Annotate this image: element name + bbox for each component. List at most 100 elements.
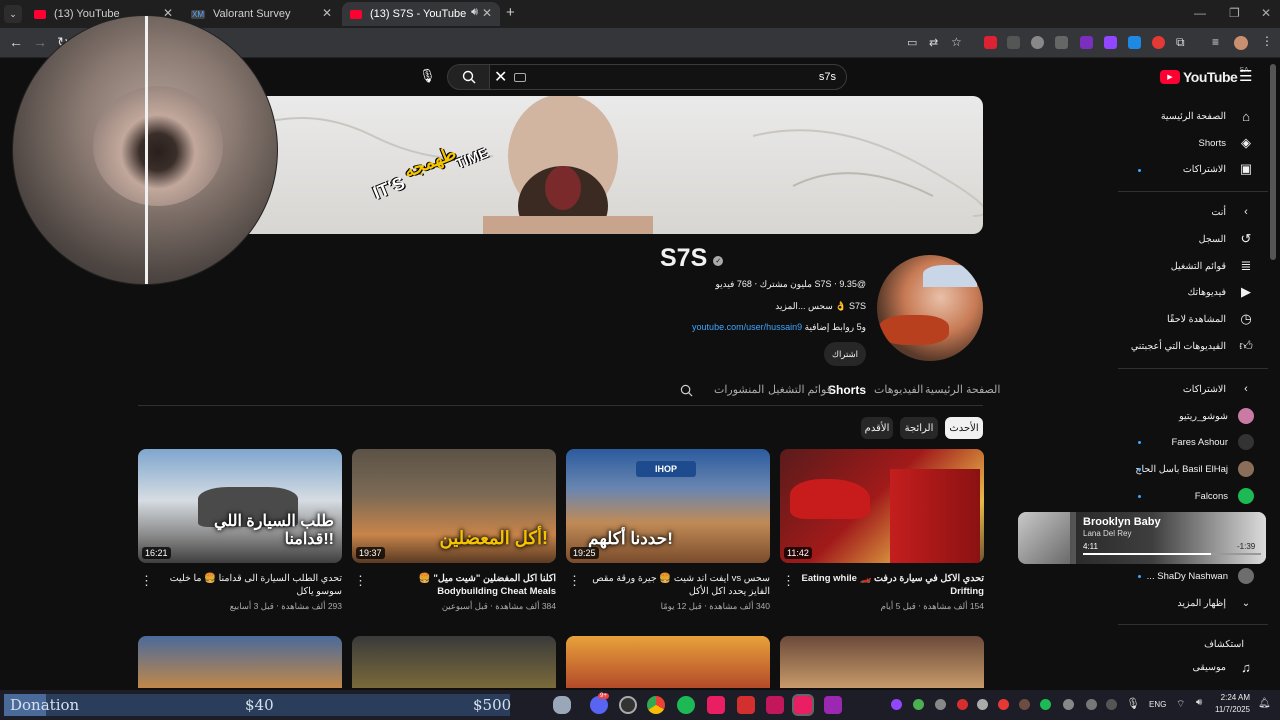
video-title[interactable]: اكلنا اكل المفضلين "شيت ميل" 🍔 Bodybuild… bbox=[352, 572, 556, 598]
sidebar-sub-item[interactable]: Falcons bbox=[1195, 485, 1254, 507]
tray-icon[interactable] bbox=[998, 699, 1009, 710]
search-button[interactable] bbox=[447, 64, 491, 90]
wifi-icon[interactable]: ⌔ bbox=[1176, 698, 1185, 711]
chrome-icon[interactable] bbox=[647, 696, 665, 714]
sidebar-item-shorts[interactable]: ◈ Shorts bbox=[1199, 132, 1254, 154]
reading-list-icon[interactable]: ≡ bbox=[1212, 35, 1219, 49]
chip-oldest[interactable]: الأقدم bbox=[861, 417, 893, 439]
sidebar-item-home[interactable]: ⌂ الصفحة الرئيسية bbox=[1161, 105, 1254, 127]
tray-icon[interactable] bbox=[1106, 699, 1117, 710]
video-thumbnail[interactable]: أكل المعضلين! 19:37 bbox=[352, 449, 556, 563]
speaker-icon[interactable]: 🔊︎ bbox=[471, 6, 478, 19]
tab-shorts[interactable]: Shorts bbox=[828, 383, 866, 397]
progress-track[interactable] bbox=[1083, 553, 1261, 555]
spotify-icon[interactable] bbox=[677, 696, 695, 714]
taskbar-app-icon[interactable] bbox=[792, 694, 814, 716]
video-thumbnail[interactable]: 11:42 bbox=[780, 449, 984, 563]
sidebar-item-liked[interactable]: 👍︎ الفيديوهات التي أعجبتني bbox=[1131, 335, 1254, 357]
puzzle-icon[interactable]: ⧉ bbox=[1176, 35, 1185, 50]
keyboard-icon[interactable] bbox=[514, 73, 526, 82]
video-thumbnail[interactable]: طلب السيارة اللي قدامنا!! 16:21 bbox=[138, 449, 342, 563]
scrollbar[interactable] bbox=[1270, 64, 1276, 260]
extension-icon[interactable] bbox=[1152, 36, 1165, 49]
chip-popular[interactable]: الرائجة bbox=[900, 417, 938, 439]
clear-search-icon[interactable]: ✕ bbox=[494, 67, 507, 87]
tray-icon[interactable] bbox=[1063, 699, 1074, 710]
video-menu-icon[interactable]: ⋮ bbox=[568, 573, 581, 589]
video-card[interactable]: طلب السيارة اللي قدامنا!! 16:21 تحدي الط… bbox=[138, 449, 342, 612]
mic-tray-icon[interactable]: 🎙︎ bbox=[1126, 697, 1140, 710]
twitch-icon[interactable] bbox=[1104, 36, 1117, 49]
now-playing-widget[interactable]: Brooklyn Baby Lana Del Rey 4:11 -1:39 bbox=[1018, 512, 1266, 564]
forward-icon[interactable]: → bbox=[33, 34, 47, 50]
extension-icon[interactable] bbox=[984, 36, 997, 49]
bookmark-star-icon[interactable]: ☆ bbox=[951, 35, 962, 49]
volume-icon[interactable]: 🔊︎ bbox=[1196, 697, 1202, 708]
tab-search-button[interactable]: ⌄ bbox=[4, 5, 22, 23]
sidebar-item-watch-later[interactable]: ◷ المشاهدة لاحقًا bbox=[1167, 308, 1254, 330]
tray-icon[interactable] bbox=[935, 699, 946, 710]
video-title[interactable]: تحدي الطلب السيارة الى قدامنا 🍔 ما خليت … bbox=[138, 572, 342, 598]
tray-icon[interactable] bbox=[1086, 699, 1097, 710]
channel-description[interactable]: S7S 👌 سحس ...المزيد bbox=[660, 301, 866, 312]
channel-search-icon[interactable] bbox=[680, 384, 693, 397]
chip-latest[interactable]: الأحدث bbox=[945, 417, 983, 439]
subscribe-button[interactable]: اشتراك bbox=[824, 342, 866, 366]
close-window-icon[interactable]: ✕ bbox=[1261, 6, 1271, 20]
extension-icon[interactable] bbox=[1128, 36, 1141, 49]
video-thumbnail[interactable]: IHOP حددنا أكلهم! 19:25 bbox=[566, 449, 770, 563]
tray-icon[interactable] bbox=[957, 699, 968, 710]
back-icon[interactable]: ← bbox=[9, 34, 23, 50]
tray-icon[interactable] bbox=[1019, 699, 1030, 710]
sidebar-sub-item[interactable]: ShaDy Nashwan ... bbox=[1147, 565, 1254, 587]
video-card[interactable]: 11:42 تحدي الاكل في سيارة درفت 🏎️ Eating… bbox=[780, 449, 984, 612]
close-tab-icon[interactable]: ✕ bbox=[322, 6, 332, 20]
search-input[interactable]: ✕ s7s bbox=[489, 64, 847, 90]
extension-icon[interactable] bbox=[1055, 36, 1068, 49]
tab-videos[interactable]: الفيديوهات bbox=[874, 383, 923, 396]
video-title[interactable]: تحدي الاكل في سيارة درفت 🏎️ Eating while… bbox=[780, 572, 984, 598]
sidebar-item-history[interactable]: ↺ السجل bbox=[1199, 228, 1254, 250]
mic-icon[interactable]: 🎙︎ bbox=[419, 68, 436, 84]
minimize-icon[interactable]: — bbox=[1194, 6, 1206, 20]
sidebar-show-more[interactable]: ⌄ إظهار المزيد bbox=[1177, 592, 1254, 614]
channel-links[interactable]: youtube.com/user/hussain9 و5 روابط إضافي… bbox=[660, 322, 866, 333]
video-menu-icon[interactable]: ⋮ bbox=[140, 573, 153, 589]
video-title[interactable]: سحس vs ايفت اند شيت 🍔 جيرة ورقة مقص الفا… bbox=[566, 572, 770, 598]
browser-tab-valorant-survey[interactable]: XM Valorant Survey ✕ bbox=[183, 2, 340, 26]
cast-icon[interactable]: ▭ bbox=[907, 36, 917, 49]
video-thumbnail[interactable] bbox=[352, 636, 556, 688]
tab-playlists[interactable]: قوائم التشغيل bbox=[768, 383, 832, 396]
maximize-icon[interactable]: ❐ bbox=[1229, 6, 1240, 20]
video-card[interactable]: IHOP حددنا أكلهم! 19:25 سحس vs ايفت اند … bbox=[566, 449, 770, 612]
extension-icon[interactable] bbox=[1007, 36, 1020, 49]
tab-posts[interactable]: المنشورات bbox=[714, 383, 764, 396]
video-menu-icon[interactable]: ⋮ bbox=[354, 573, 367, 589]
menu-dots-icon[interactable]: ⋮ bbox=[1261, 34, 1273, 48]
taskbar-app-icon[interactable] bbox=[619, 696, 637, 714]
language-indicator[interactable]: ENG bbox=[1149, 700, 1166, 709]
taskbar-app-icon[interactable] bbox=[553, 696, 571, 714]
sidebar-sub-item[interactable]: شوشو_ريتيو bbox=[1179, 405, 1254, 427]
sidebar-sub-item[interactable]: Basil ElHaj باسل الحاج bbox=[1135, 458, 1254, 480]
sidebar-item-your-videos[interactable]: ▶ فيديوهاتك bbox=[1187, 281, 1254, 303]
video-menu-icon[interactable]: ⋮ bbox=[782, 573, 795, 589]
sidebar-item-music[interactable]: ♫ موسيقى bbox=[1192, 656, 1254, 678]
shield-icon[interactable] bbox=[1031, 36, 1044, 49]
video-thumbnail[interactable] bbox=[138, 636, 342, 688]
sidebar-sub-item[interactable]: Fares Ashour bbox=[1172, 431, 1254, 453]
tab-home[interactable]: الصفحة الرئيسية bbox=[925, 383, 1000, 396]
sidebar-item-playlists[interactable]: ≣ قوائم التشغيل bbox=[1171, 255, 1254, 277]
taskbar-app-icon[interactable] bbox=[824, 696, 842, 714]
taskbar-app-icon[interactable] bbox=[766, 696, 784, 714]
sidebar-subs-heading[interactable]: › الاشتراكات bbox=[1183, 378, 1254, 400]
video-card[interactable]: أكل المعضلين! 19:37 اكلنا اكل المفضلين "… bbox=[352, 449, 556, 612]
tray-icon[interactable] bbox=[891, 699, 902, 710]
extension-icon[interactable] bbox=[1080, 36, 1093, 49]
tray-icon[interactable] bbox=[913, 699, 924, 710]
sidebar-item-subscriptions[interactable]: ▣ الاشتراكات bbox=[1183, 158, 1254, 180]
profile-avatar[interactable] bbox=[1234, 36, 1248, 50]
taskbar-app-icon[interactable] bbox=[737, 696, 755, 714]
channel-avatar[interactable] bbox=[877, 255, 983, 361]
video-thumbnail[interactable] bbox=[566, 636, 770, 688]
